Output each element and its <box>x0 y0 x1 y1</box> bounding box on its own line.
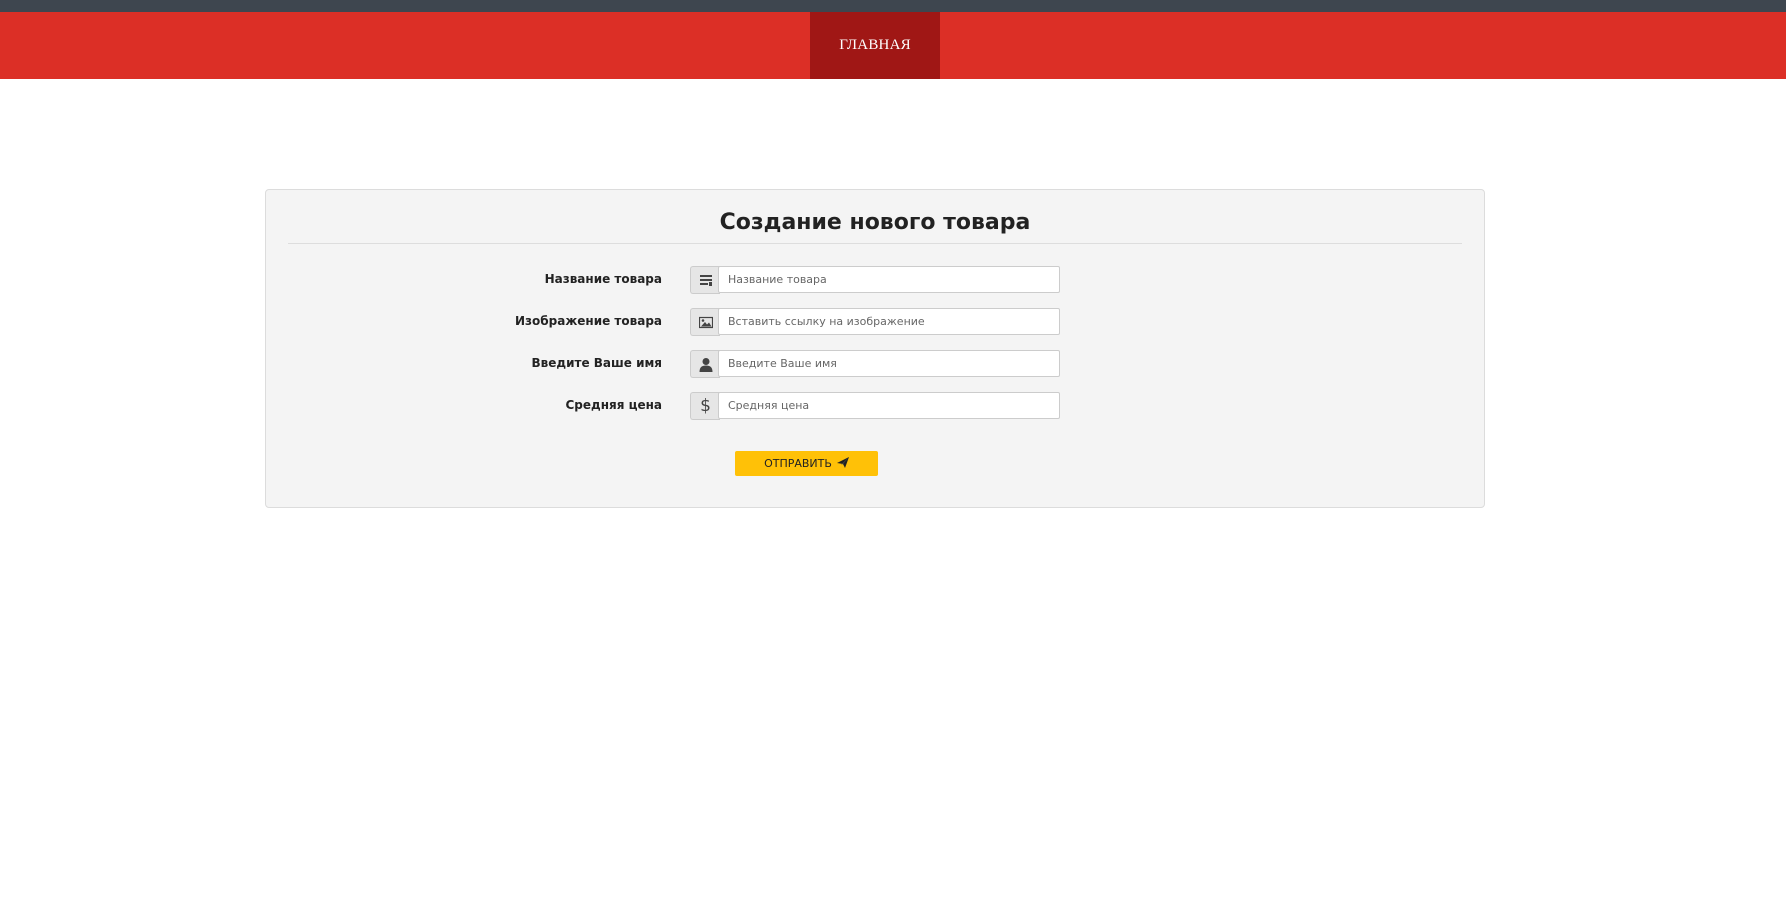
product-image-label: Изображение товара <box>515 314 662 328</box>
form-row-average-price: Средняя цена $ <box>266 392 1484 420</box>
dollar-icon: $ <box>690 392 720 420</box>
paper-plane-icon <box>836 456 849 471</box>
average-price-input[interactable] <box>718 392 1060 419</box>
page-title: Создание нового товара <box>719 210 1031 235</box>
form-row-product-image: Изображение товара <box>266 308 1484 336</box>
submit-button[interactable]: ОТПРАВИТЬ <box>735 451 878 476</box>
product-name-label: Название товара <box>544 272 662 286</box>
form-row-user-name: Введите Ваше имя <box>266 350 1484 378</box>
form-row-product-name: Название товара <box>266 266 1484 294</box>
browser-top-strip <box>0 0 1786 12</box>
submit-button-label: ОТПРАВИТЬ <box>764 457 832 470</box>
list-icon <box>690 266 720 294</box>
nav-home-link[interactable]: ГЛАВНАЯ <box>810 12 940 79</box>
average-price-label: Средняя цена <box>565 398 662 412</box>
user-icon <box>690 350 720 378</box>
create-product-card: Создание нового товара Название товара И… <box>265 189 1485 508</box>
navbar: ГЛАВНАЯ <box>0 12 1786 79</box>
product-name-input[interactable] <box>718 266 1060 293</box>
user-name-label: Введите Ваше имя <box>531 356 662 370</box>
image-icon <box>690 308 720 336</box>
product-image-url-input[interactable] <box>718 308 1060 335</box>
title-divider <box>288 243 1462 244</box>
user-name-input[interactable] <box>718 350 1060 377</box>
